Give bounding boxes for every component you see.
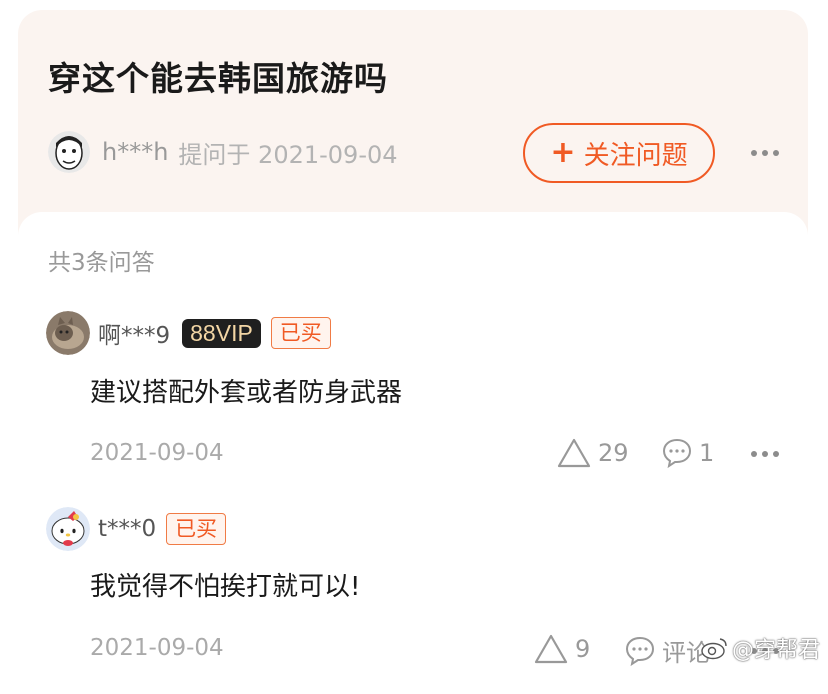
asker-avatar[interactable]	[48, 131, 90, 173]
watermark-text: @穿帮君	[732, 638, 821, 663]
weibo-icon	[701, 638, 727, 660]
answers-count: 共3条问答	[48, 250, 155, 276]
answer-header: t***0 已买	[46, 507, 227, 551]
question-title: 穿这个能去韩国旅游吗	[48, 59, 388, 98]
answer-text: 我觉得不怕挨打就可以!	[90, 572, 361, 602]
bought-badge: 已买	[270, 317, 331, 349]
asker-name[interactable]: h***h	[102, 138, 168, 166]
follow-question-button[interactable]: + 关注问题	[523, 123, 715, 183]
answer-more-icon[interactable]	[751, 451, 779, 457]
follow-question-label: 关注问题	[583, 140, 688, 171]
comment-count: 1	[699, 439, 715, 467]
answer-header: 啊***9 88VIP 已买	[46, 311, 331, 355]
like-count: 29	[598, 439, 629, 467]
answer-date: 2021-09-04	[90, 635, 224, 661]
answer-text: 建议搭配外套或者防身武器	[90, 378, 403, 408]
answer-avatar[interactable]	[46, 507, 90, 551]
watermark: @穿帮君	[700, 632, 820, 664]
triangle-like-icon	[557, 438, 591, 468]
comment-button[interactable]: 评论	[624, 633, 710, 668]
comment-button[interactable]: 1	[661, 437, 714, 469]
answer-username[interactable]: 啊***9	[98, 316, 170, 350]
answer-date: 2021-09-04	[90, 440, 224, 466]
question-more-icon[interactable]	[751, 150, 779, 156]
vip-badge: 88VIP	[182, 318, 261, 348]
like-button[interactable]: 9	[533, 633, 590, 665]
asked-date: 提问于 2021-09-04	[178, 140, 398, 169]
plus-icon: +	[550, 135, 576, 170]
answer-avatar[interactable]	[46, 311, 90, 355]
asker-row: h***h 提问于 2021-09-04	[48, 130, 398, 174]
answer-username[interactable]: t***0	[98, 516, 156, 542]
bought-badge: 已买	[166, 513, 227, 545]
comment-bubble-icon	[662, 438, 692, 469]
comment-bubble-icon	[625, 636, 655, 666]
like-button[interactable]: 29	[556, 437, 629, 469]
triangle-like-icon	[534, 634, 568, 664]
like-count: 9	[575, 635, 591, 663]
